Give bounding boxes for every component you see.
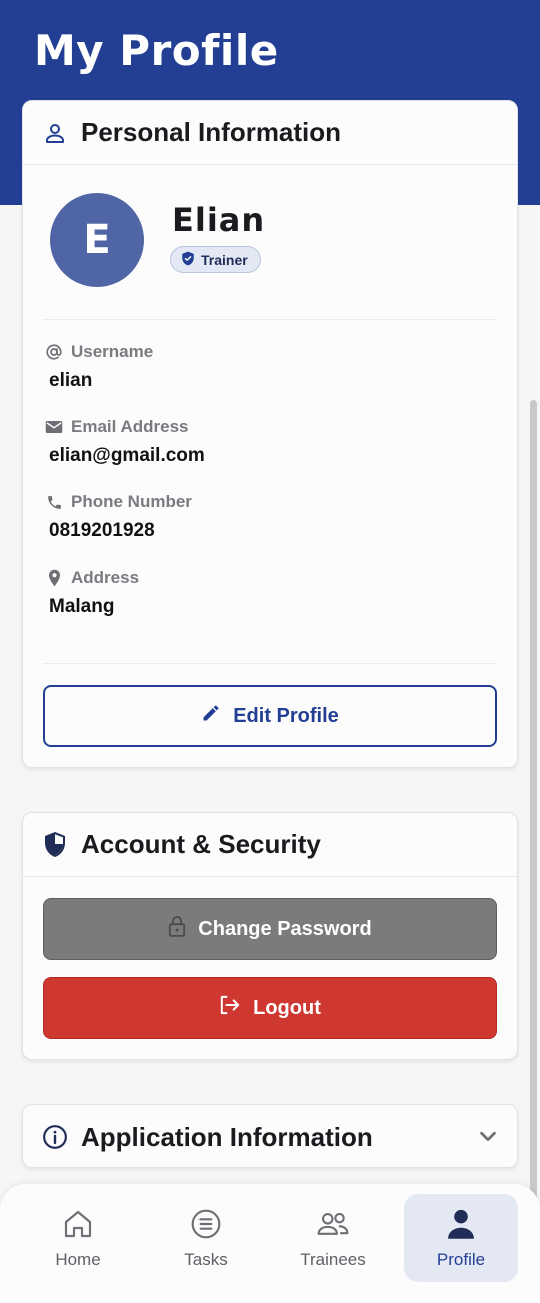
personal-info-title: Personal Information xyxy=(81,117,342,147)
shield-icon xyxy=(41,831,69,859)
divider xyxy=(43,319,497,320)
app-info-title: Application Information xyxy=(81,1121,373,1152)
account-security-header: Account & Security xyxy=(23,813,517,877)
divider xyxy=(43,663,497,664)
app-info-card[interactable]: Application Information xyxy=(22,1104,518,1168)
role-label: Trainer xyxy=(201,251,248,268)
email-field: Email Address elian@gmail.com xyxy=(45,417,205,467)
email-value: elian@gmail.com xyxy=(49,445,205,466)
email-icon xyxy=(45,418,63,436)
profile-name: Elian xyxy=(172,201,266,239)
role-badge: Trainer xyxy=(170,246,261,273)
personal-info-header: Personal Information xyxy=(23,101,517,165)
phone-field: Phone Number 0819201928 xyxy=(45,492,192,542)
at-icon xyxy=(45,343,63,361)
nav-item-home[interactable]: Home xyxy=(21,1194,135,1282)
people-icon xyxy=(315,1206,351,1242)
nav-label-trainees: Trainees xyxy=(300,1250,366,1269)
phone-icon xyxy=(45,493,63,511)
username-field: Username elian xyxy=(45,342,153,392)
location-pin-icon xyxy=(45,569,63,587)
account-security-title: Account & Security xyxy=(81,829,321,859)
edit-profile-label: Edit Profile xyxy=(233,704,339,727)
home-icon xyxy=(60,1206,96,1242)
logout-icon xyxy=(219,995,241,1021)
nav-label-tasks: Tasks xyxy=(184,1250,228,1269)
account-security-card: Account & Security Change Password Logou… xyxy=(22,812,518,1060)
nav-item-tasks[interactable]: Tasks xyxy=(149,1194,263,1282)
nav-item-profile[interactable]: Profile xyxy=(404,1194,518,1282)
phone-label: Phone Number xyxy=(71,492,192,511)
username-label: Username xyxy=(71,342,154,361)
nav-label-profile: Profile xyxy=(436,1250,486,1269)
page-title: My Profile xyxy=(34,26,279,75)
email-label: Email Address xyxy=(71,417,189,436)
app-info-header[interactable]: Application Information xyxy=(23,1105,517,1169)
nav-item-trainees[interactable]: Trainees xyxy=(276,1194,390,1282)
avatar: E xyxy=(50,193,144,287)
logout-label: Logout xyxy=(253,996,321,1019)
change-password-button[interactable]: Change Password xyxy=(43,898,497,960)
person-outline-icon xyxy=(41,119,69,147)
logout-button[interactable]: Logout xyxy=(43,977,497,1039)
lock-icon xyxy=(168,915,186,943)
pencil-icon xyxy=(201,703,221,729)
phone-value: 0819201928 xyxy=(49,520,155,541)
bottom-nav: Home Tasks Trainees Profile xyxy=(0,1184,540,1303)
address-label: Address xyxy=(71,568,140,587)
chevron-down-icon[interactable] xyxy=(477,1125,499,1152)
username-value: elian xyxy=(49,370,93,391)
change-password-label: Change Password xyxy=(198,917,372,940)
person-icon xyxy=(443,1206,479,1242)
info-icon xyxy=(41,1123,69,1151)
nav-label-home: Home xyxy=(55,1250,101,1269)
address-value: Malang xyxy=(49,596,115,617)
personal-info-card: Personal Information E Elian Trainer Use… xyxy=(22,100,518,768)
address-field: Address Malang xyxy=(45,568,139,618)
list-icon xyxy=(188,1206,224,1242)
scrollbar[interactable] xyxy=(530,400,537,1280)
shield-check-icon xyxy=(181,251,195,269)
edit-profile-button[interactable]: Edit Profile xyxy=(43,685,497,747)
